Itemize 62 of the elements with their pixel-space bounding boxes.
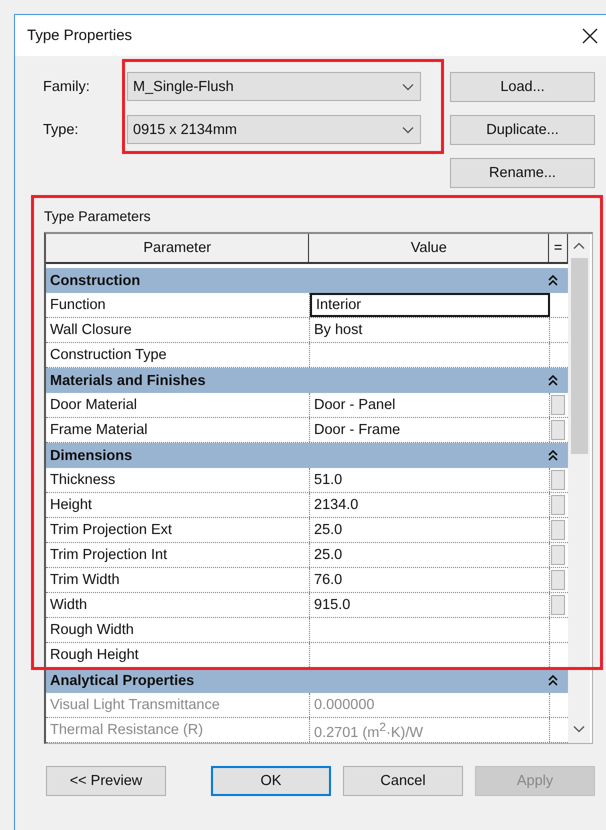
side-button[interactable]: Load... <box>450 72 595 102</box>
table-cell[interactable]: Door - Panel <box>310 393 550 417</box>
table-cell: Function <box>46 293 310 317</box>
side-button[interactable]: Rename... <box>450 158 595 188</box>
table-cell[interactable]: 915.0 <box>310 593 550 617</box>
table-cell[interactable]: 25.0 <box>310 543 550 567</box>
field-label: Family: <box>42 78 91 94</box>
side-button[interactable]: Duplicate... <box>450 115 595 145</box>
group-header[interactable]: Materials and Finishes <box>46 368 568 393</box>
dropdown-field[interactable]: M_Single-Flush <box>127 72 421 101</box>
table-cell: Width <box>46 593 310 617</box>
table-cell: Trim Width <box>46 568 310 592</box>
dialog-button[interactable]: OK <box>211 766 331 796</box>
group-header[interactable]: Construction <box>46 268 568 293</box>
table-cell: Rough Width <box>46 618 310 642</box>
table-cell: Door Material <box>46 393 310 417</box>
table-cell: Thickness <box>46 468 310 492</box>
table-cell: Trim Projection Int <box>46 543 310 567</box>
scroll-down-icon[interactable] <box>573 725 585 733</box>
scrollbar[interactable] <box>568 234 590 743</box>
dropdown-field[interactable]: 0915 x 2134mm <box>127 115 421 144</box>
table-cell: Wall Closure <box>46 318 310 342</box>
table-cell: Height <box>46 493 310 517</box>
table-cell[interactable]: 76.0 <box>310 568 550 592</box>
column-header[interactable]: Value <box>309 234 550 262</box>
section-label: Type Parameters <box>44 208 152 224</box>
parameter-button[interactable] <box>551 470 565 490</box>
table-cell[interactable]: Door - Frame <box>310 418 550 442</box>
table-cell[interactable]: Interior <box>310 293 550 317</box>
table-cell[interactable]: 25.0 <box>310 518 550 542</box>
group-header[interactable]: Analytical Properties <box>46 668 568 693</box>
chevron-icon <box>402 126 414 134</box>
table-cell[interactable]: 2134.0 <box>310 493 550 517</box>
scroll-up-icon[interactable] <box>573 242 585 250</box>
table-cell: Trim Projection Ext <box>46 518 310 542</box>
collapse-icon[interactable] <box>548 450 558 462</box>
window-title: Type Properties <box>27 27 132 44</box>
parameter-button[interactable] <box>551 520 565 540</box>
column-header[interactable]: = <box>549 234 568 262</box>
dialog-button[interactable]: << Preview <box>46 766 166 796</box>
table-cell: Thermal Resistance (R) <box>46 718 310 742</box>
parameter-button[interactable] <box>551 420 565 440</box>
table-cell[interactable]: By host <box>310 318 550 342</box>
parameter-button[interactable] <box>551 570 565 590</box>
parameter-button[interactable] <box>551 545 565 565</box>
table-cell[interactable]: 51.0 <box>310 468 550 492</box>
parameter-button[interactable] <box>551 595 565 615</box>
close-icon[interactable] <box>582 28 598 44</box>
field-label: Type: <box>42 122 80 138</box>
collapse-icon[interactable] <box>548 274 558 286</box>
table-cell: Frame Material <box>46 418 310 442</box>
column-header[interactable]: Parameter <box>46 234 310 262</box>
collapse-icon[interactable] <box>548 674 558 686</box>
parameter-button[interactable] <box>551 495 565 515</box>
parameter-button[interactable] <box>551 395 565 415</box>
dialog-button[interactable]: Cancel <box>343 766 463 796</box>
table-cell: Rough Height <box>46 643 310 667</box>
group-header[interactable]: Dimensions <box>46 443 568 468</box>
table-cell: Construction Type <box>46 343 310 367</box>
table-cell: Visual Light Transmittance <box>46 693 310 717</box>
collapse-icon[interactable] <box>548 374 558 386</box>
chevron-icon <box>402 82 414 90</box>
